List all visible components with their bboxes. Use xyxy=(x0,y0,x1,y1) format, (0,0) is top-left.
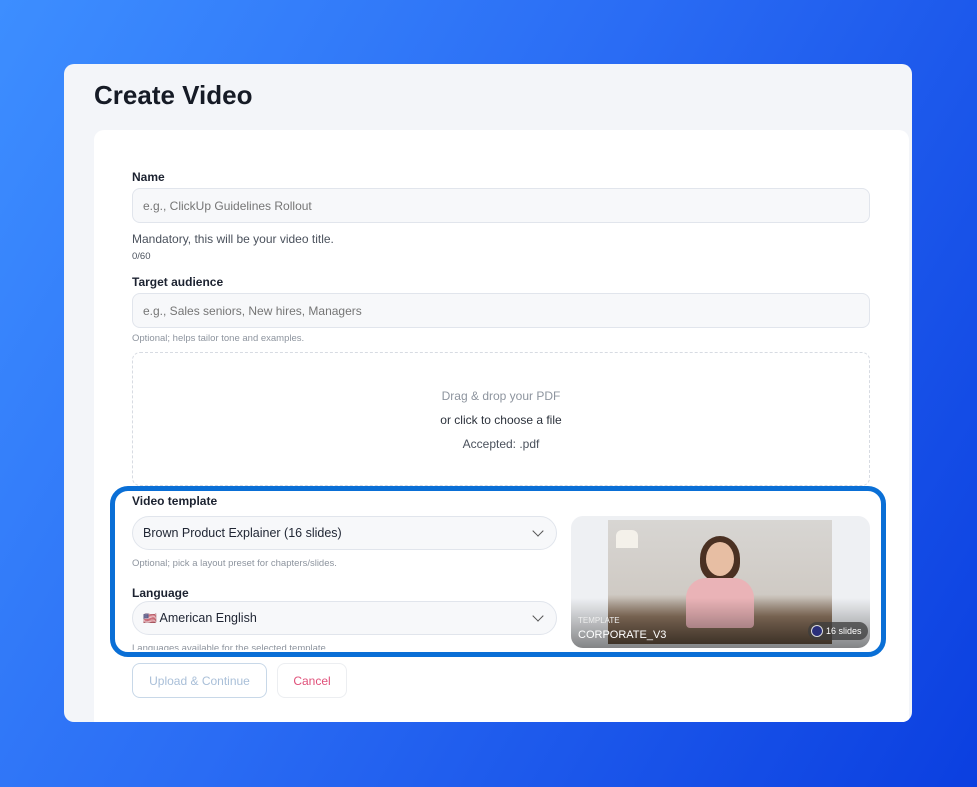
template-help: Optional; pick a layout preset for chapt… xyxy=(132,558,337,569)
template-label: Video template xyxy=(132,494,218,508)
upload-continue-button[interactable]: Upload & Continue xyxy=(132,663,267,698)
name-help: Mandatory, this will be your video title… xyxy=(132,232,334,246)
language-value: American English xyxy=(159,611,257,625)
dropzone-line3: Accepted: .pdf xyxy=(462,437,540,451)
template-value: Brown Product Explainer (16 slides) xyxy=(143,526,342,540)
language-label: Language xyxy=(132,586,189,600)
name-label: Name xyxy=(132,170,165,184)
template-select[interactable]: Brown Product Explainer (16 slides) xyxy=(132,516,557,550)
chevron-down-icon xyxy=(532,610,544,622)
template-kicker: TEMPLATE xyxy=(578,616,620,625)
chevron-down-icon xyxy=(532,525,544,537)
avatar-icon xyxy=(811,625,823,637)
cancel-button[interactable]: Cancel xyxy=(277,663,347,698)
template-preview: TEMPLATE CORPORATE_V3 16 slides xyxy=(571,516,870,648)
dropzone-line2: or click to choose a file xyxy=(440,413,562,427)
name-counter: 0/60 xyxy=(132,251,151,262)
audience-help: Optional; helps tailor tone and examples… xyxy=(132,333,305,344)
dropzone-line1: Drag & drop your PDF xyxy=(441,389,561,403)
audience-input[interactable] xyxy=(132,293,870,328)
slides-count: 16 slides xyxy=(826,626,862,636)
template-name: CORPORATE_V3 xyxy=(578,629,667,641)
us-flag-icon: 🇺🇸 xyxy=(143,613,157,625)
audience-label: Target audience xyxy=(132,275,224,289)
page-title: Create Video xyxy=(94,80,253,110)
name-input[interactable] xyxy=(132,188,870,223)
pdf-dropzone[interactable]: Drag & drop your PDF or click to choose … xyxy=(132,352,870,486)
slides-badge: 16 slides xyxy=(808,622,868,640)
language-select[interactable]: 🇺🇸 American English xyxy=(132,601,557,635)
